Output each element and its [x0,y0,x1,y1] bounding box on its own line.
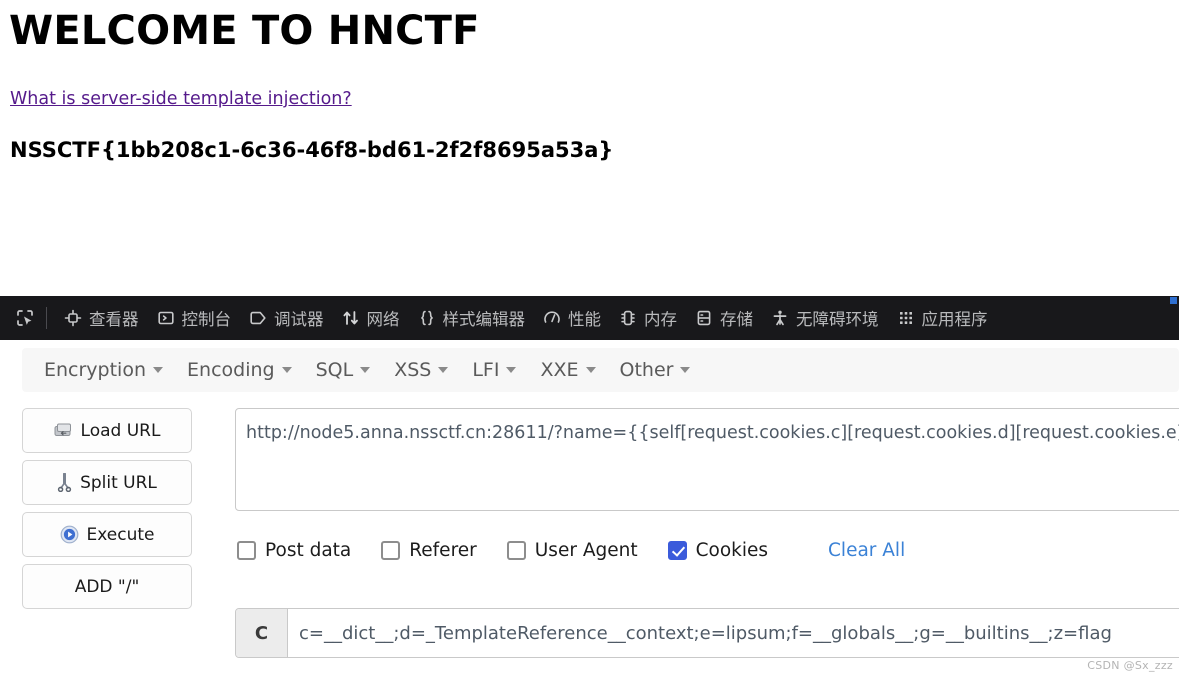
devtools-tab-style-editor[interactable]: 样式编辑器 [409,302,535,334]
hackbar-menu-label: SQL [315,359,354,381]
add-slash-button[interactable]: ADD "/" [22,564,192,609]
page-title: WELCOME TO HNCTF [9,8,480,54]
toolbar-overflow-indicator[interactable] [1170,297,1177,304]
devtools-tab-storage[interactable]: 存储 [686,302,762,334]
devtools-tab-label: 无障碍环境 [796,310,879,329]
url-input[interactable]: http://node5.anna.nssctf.cn:28611/?name=… [235,408,1179,511]
checkbox-box [381,541,401,560]
chevron-down-icon [506,367,517,373]
hackbar-panel: Encryption Encoding SQL XSS LFI XXE Othe… [0,340,1179,676]
element-picker-icon[interactable] [8,303,42,333]
checkbox-box [506,541,526,560]
hackbar-menu-label: Encryption [44,359,147,381]
execute-button[interactable]: Execute [22,512,192,557]
checkbox-box [237,541,256,560]
hackbar-menu-label: XXE [540,359,579,381]
hackbar-menu-label: Other [619,359,674,381]
devtools-tab-label: 网络 [366,310,400,329]
accessibility-icon [771,309,789,327]
checkbox-label: Referer [409,540,477,561]
load-url-button[interactable]: Load URL [22,408,192,453]
checkbox-label: Cookies [695,540,769,561]
network-icon [342,309,360,327]
hackbar-menu-xxe[interactable]: XXE [528,355,607,385]
devtools-tab-network[interactable]: 网络 [333,302,409,334]
checkbox-cookies[interactable]: Cookies [667,540,769,561]
storage-icon [695,309,713,327]
devtools-toolbar: 查看器 控制台 调试器 网络 样式编辑器 性能 内存 存储 无障碍环境 应用程序 [0,296,1179,340]
hackbar-menu-encryption[interactable]: Encryption [32,355,175,385]
checkbox-label: User Agent [534,540,638,561]
button-label: Execute [86,524,155,545]
performance-icon [543,309,561,327]
hackbar-action-buttons: Load URL Split URL Execute ADD "/" [22,408,192,616]
hackbar-menu-encoding[interactable]: Encoding [175,355,304,385]
ssti-reference-link[interactable]: What is server-side template injection? [10,89,352,109]
hackbar-menu-label: XSS [394,359,432,381]
button-label: Split URL [80,472,157,493]
hackbar-menu-lfi[interactable]: LFI [460,355,528,385]
flag-text: NSSCTF{1bb208c1-6c36-46f8-bd61-2f2f8695a… [10,138,614,162]
style-editor-icon [418,309,436,327]
checkbox-post-data[interactable]: Post data [237,540,351,561]
hackbar-menu-xss[interactable]: XSS [382,355,460,385]
devtools-tab-label: 控制台 [181,310,232,329]
cookies-field-group: C c=__dict__;d=_TemplateReference__conte… [235,608,1179,658]
devtools-tab-memory[interactable]: 内存 [610,302,686,334]
inspector-icon [64,309,82,327]
split-url-icon [57,473,72,492]
web-page-content: WELCOME TO HNCTF What is server-side tem… [0,0,1179,296]
hackbar-option-row: Post data Referer User Agent Cookies Cle… [237,540,905,561]
split-url-button[interactable]: Split URL [22,460,192,505]
execute-icon [60,525,79,544]
devtools-tab-label: 调试器 [274,310,324,329]
cookies-field-prefix: C [236,609,288,657]
checkbox-box-checked [667,541,687,560]
cookies-input[interactable]: c=__dict__;d=_TemplateReference__context… [288,609,1179,657]
chevron-down-icon [680,367,691,373]
chevron-down-icon [438,367,449,373]
devtools-tab-performance[interactable]: 性能 [534,302,610,334]
devtools-tab-label: 样式编辑器 [442,310,526,329]
checkbox-referer[interactable]: Referer [381,540,477,561]
checkbox-label: Post data [265,540,352,561]
devtools-tab-label: 性能 [568,310,601,329]
devtools-tab-label: 查看器 [89,310,139,329]
watermark: CSDN @Sx_zzz [1087,659,1173,672]
devtools-tab-inspector[interactable]: 查看器 [55,302,148,334]
hackbar-menu-sql[interactable]: SQL [304,355,383,385]
devtools-tab-label: 应用程序 [921,310,988,329]
devtools-tab-console[interactable]: 控制台 [148,302,241,334]
button-label: ADD "/" [74,576,140,597]
chevron-down-icon [281,367,292,373]
hackbar-menu-label: LFI [472,359,500,381]
devtools-tab-debugger[interactable]: 调试器 [240,302,333,334]
clear-all-link[interactable]: Clear All [828,540,905,561]
chevron-down-icon [585,367,596,373]
memory-icon [619,309,637,327]
hackbar-menu-other[interactable]: Other [608,355,703,385]
checkbox-user-agent[interactable]: User Agent [506,540,638,561]
application-icon [897,309,915,327]
devtools-tab-label: 存储 [720,310,753,329]
button-label: Load URL [80,420,161,441]
load-url-icon [54,423,73,439]
hackbar-menubar: Encryption Encoding SQL XSS LFI XXE Othe… [22,348,1179,392]
toolbar-divider [46,307,47,329]
console-icon [157,309,175,327]
chevron-down-icon [153,367,164,373]
hackbar-menu-label: Encoding [187,359,275,381]
debugger-icon [249,309,267,327]
devtools-tab-label: 内存 [644,310,677,329]
devtools-tab-application[interactable]: 应用程序 [888,302,997,334]
devtools-tab-accessibility[interactable]: 无障碍环境 [762,302,888,334]
chevron-down-icon [360,367,371,373]
